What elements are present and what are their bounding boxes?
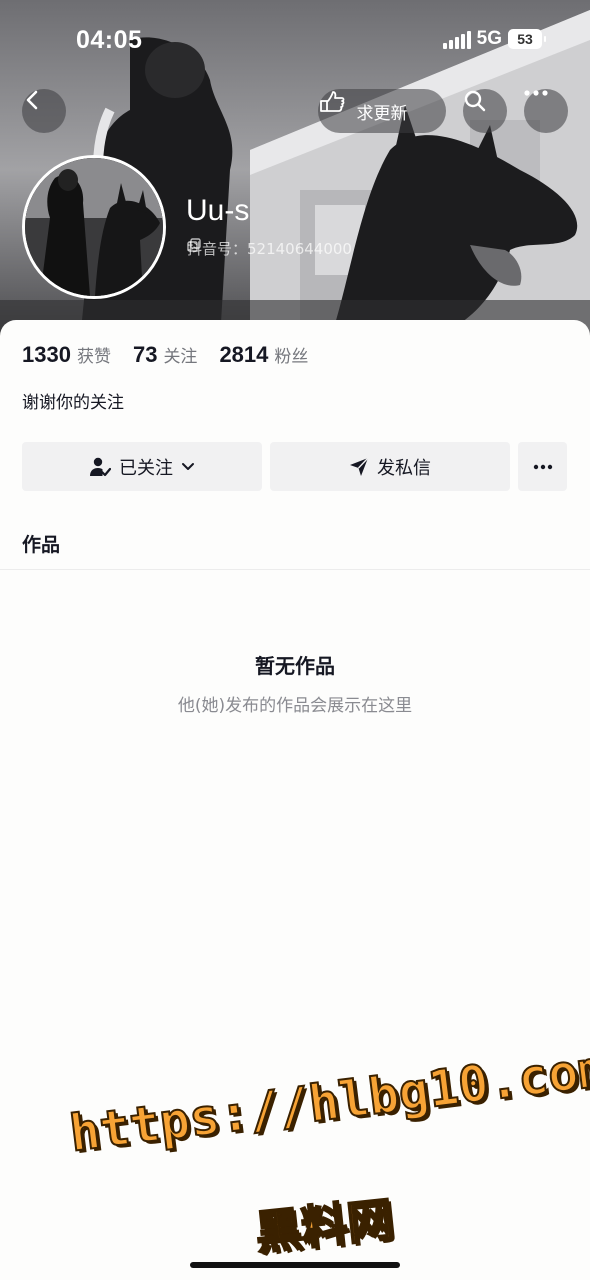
empty-state-subtitle: 他(她)发布的作品会展示在这里 (177, 696, 413, 716)
send-icon (350, 457, 369, 476)
douyin-id-text: 抖音号：52140644000 (187, 240, 352, 258)
watermark-site-name: 黑料网 (252, 1191, 397, 1261)
followers-label: 粉丝 (274, 347, 309, 367)
request-update-button[interactable]: 求更新 (318, 89, 446, 133)
chevron-left-icon (26, 90, 38, 110)
followed-label: 已关注 (119, 457, 173, 479)
following-count: 73 (132, 342, 158, 367)
profile-stats: 1330 获赞 73 关注 2814 粉丝 (22, 342, 308, 368)
request-update-label: 求更新 (356, 103, 408, 124)
back-button[interactable] (22, 89, 66, 133)
followed-button[interactable]: 已关注 (22, 442, 262, 491)
douyin-id[interactable]: 抖音号：52140644000 (187, 238, 352, 259)
more-horizontal-icon (524, 90, 548, 96)
followers-count: 2814 (219, 342, 269, 367)
search-button[interactable] (463, 89, 507, 133)
battery-icon: 53 (508, 29, 546, 49)
stat-followers[interactable]: 2814 粉丝 (219, 342, 308, 368)
signal-icon (442, 29, 471, 49)
divider (0, 569, 590, 570)
username: Uu-s (186, 194, 250, 227)
stat-following[interactable]: 73 关注 (133, 342, 197, 368)
send-message-button[interactable]: 发私信 (270, 442, 510, 491)
chevron-down-icon (182, 462, 194, 470)
user-check-icon (90, 457, 111, 476)
avatar[interactable] (22, 155, 166, 299)
hand-icon (320, 91, 345, 112)
status-time: 04:05 (76, 26, 143, 54)
tab-works[interactable]: 作品 (22, 530, 60, 557)
search-icon (464, 90, 486, 112)
stat-likes[interactable]: 1330 获赞 (22, 342, 111, 368)
avatar-image (25, 158, 163, 296)
following-label: 关注 (163, 347, 198, 367)
copy-icon[interactable] (187, 238, 201, 252)
profile-banner: 04:05 5G 53 求更新 Uu-s 抖音号：52140644000 (0, 0, 590, 340)
empty-state-title: 暂无作品 (255, 654, 335, 678)
send-message-label: 发私信 (377, 457, 431, 479)
likes-count: 1330 (22, 342, 71, 367)
action-row: 已关注 发私信 (22, 442, 567, 491)
more-actions-button[interactable] (518, 442, 567, 491)
more-button[interactable] (524, 89, 568, 133)
status-indicators: 5G 53 (442, 28, 546, 50)
network-type: 5G (476, 28, 502, 49)
profile-bio: 谢谢你的关注 (22, 393, 124, 413)
home-indicator[interactable] (190, 1262, 400, 1268)
watermark: https://hlbg10.com 黑料网 (60, 1038, 590, 1265)
likes-label: 获赞 (76, 347, 111, 367)
more-horizontal-icon (533, 464, 552, 469)
